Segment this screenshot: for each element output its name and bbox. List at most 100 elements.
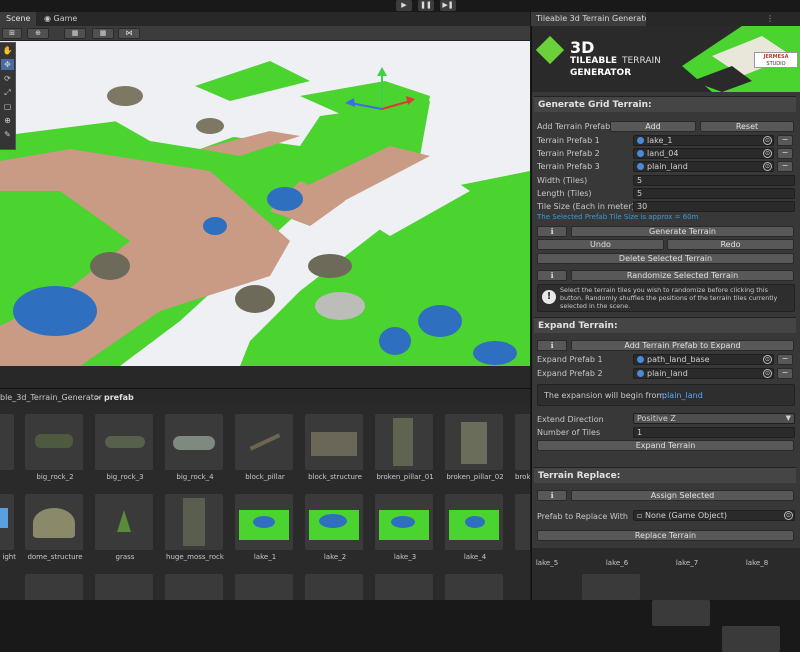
info-button[interactable]: ℹ xyxy=(537,226,567,237)
tile-size-input[interactable]: 30 xyxy=(633,201,795,212)
expand-prefab-field[interactable]: path_land_base xyxy=(633,354,774,365)
asset-tile[interactable] xyxy=(0,414,16,473)
remove-prefab-button[interactable]: − xyxy=(777,135,793,146)
asset-tile[interactable]: big_rock_2 xyxy=(25,414,85,481)
asset-tile[interactable]: lake_5 xyxy=(515,494,530,561)
info-button[interactable]: ℹ xyxy=(537,270,567,281)
asset-tile[interactable]: block_structure xyxy=(305,414,365,481)
prefab-field[interactable]: plain_land xyxy=(633,161,774,172)
asset-tile[interactable]: dome_structure xyxy=(25,494,85,561)
asset-tile[interactable]: lake_3 xyxy=(375,494,435,561)
remove-expand-prefab-button[interactable]: − xyxy=(777,354,793,365)
pause-button[interactable]: ❚❚ xyxy=(418,0,434,11)
delete-selected-terrain-button[interactable]: Delete Selected Terrain xyxy=(537,253,794,264)
rotate-tool-icon[interactable]: ⟳ xyxy=(1,73,14,84)
logo-icon xyxy=(535,35,565,65)
remove-prefab-button[interactable]: − xyxy=(777,148,793,159)
replace-terrain-button[interactable]: Replace Terrain xyxy=(537,530,794,541)
asset-tile[interactable]: block_pillar xyxy=(235,414,295,481)
prefab-field[interactable]: land_04 xyxy=(633,148,774,159)
asset-thumbnail[interactable] xyxy=(652,600,710,626)
tab-game[interactable]: ◉ Game xyxy=(38,12,88,26)
asset-tile[interactable]: ight xyxy=(0,494,16,561)
length-input[interactable]: 5 xyxy=(633,188,795,199)
play-button[interactable]: ▶ xyxy=(396,0,412,11)
grid-snap-button[interactable]: ▦ xyxy=(64,28,86,39)
asset-thumbnail[interactable] xyxy=(722,626,780,652)
draw-mode-dropdown[interactable]: ⊞ xyxy=(2,28,22,39)
expand-prefab-field[interactable]: plain_land xyxy=(633,368,774,379)
undo-button[interactable]: Undo xyxy=(537,239,664,250)
rect-tool-icon[interactable]: ▢ xyxy=(1,101,14,112)
extend-direction-value: Positive Z xyxy=(637,414,676,423)
window-menu-icon[interactable]: ⋮ xyxy=(766,14,774,23)
asset-tile[interactable]: huge_moss_rock xyxy=(165,494,225,561)
replace-prefab-label: Prefab to Replace With xyxy=(537,512,628,521)
object-picker-icon[interactable]: ⊙ xyxy=(763,162,772,171)
snap-settings-button[interactable]: ⋈ xyxy=(118,28,140,39)
object-picker-icon[interactable]: ⊙ xyxy=(763,369,772,378)
asset-tile[interactable] xyxy=(445,574,505,600)
asset-tile[interactable] xyxy=(25,574,85,600)
asset-tile[interactable]: lake_2 xyxy=(305,494,365,561)
info-button[interactable]: ℹ xyxy=(537,490,567,501)
scene-viewport[interactable] xyxy=(0,41,530,366)
asset-tile[interactable]: brok xyxy=(515,414,530,481)
breadcrumb-path[interactable]: ble_3d_Terrain_Generator xyxy=(0,393,102,402)
expand-terrain-button[interactable]: Expand Terrain xyxy=(537,440,794,451)
asset-tile[interactable]: lake_1 xyxy=(235,494,295,561)
step-button[interactable]: ▶❚ xyxy=(440,0,456,11)
reset-button[interactable]: Reset xyxy=(700,121,794,132)
asset-grid: big_rock_2 big_rock_3 big_rock_4 block_p… xyxy=(0,404,530,600)
generate-terrain-button[interactable]: Generate Terrain xyxy=(571,226,794,237)
asset-tile[interactable] xyxy=(235,574,295,600)
transform-tool-icon[interactable]: ⊕ xyxy=(1,115,14,126)
extend-direction-dropdown[interactable]: Positive Z ▼ xyxy=(633,413,795,424)
number-of-tiles-input[interactable]: 1 xyxy=(633,427,795,438)
asset-label: big_rock_2 xyxy=(36,473,74,481)
asset-tile[interactable]: grass xyxy=(95,494,155,561)
move-tool-icon[interactable]: ✥ xyxy=(1,59,14,70)
asset-tile[interactable]: broken_pillar_02 xyxy=(445,414,505,481)
object-picker-icon[interactable]: ⊙ xyxy=(763,136,772,145)
increment-snap-button[interactable]: ▦ xyxy=(92,28,114,39)
asset-tile[interactable]: big_rock_3 xyxy=(95,414,155,481)
scale-tool-icon[interactable]: ⤢ xyxy=(1,87,14,98)
object-picker-icon[interactable]: ⊙ xyxy=(763,149,772,158)
asset-tile[interactable] xyxy=(375,574,435,600)
info-button[interactable]: ℹ xyxy=(537,340,567,351)
bottom-tab-strip xyxy=(0,366,530,388)
breadcrumb-separator: > xyxy=(94,393,101,402)
asset-tile[interactable]: big_rock_4 xyxy=(165,414,225,481)
custom-tool-icon[interactable]: ✎ xyxy=(1,129,14,140)
remove-expand-prefab-button[interactable]: − xyxy=(777,368,793,379)
asset-label: brok xyxy=(515,473,530,481)
redo-button[interactable]: Redo xyxy=(667,239,794,250)
asset-thumbnail[interactable] xyxy=(582,574,640,600)
extend-direction-label: Extend Direction xyxy=(537,415,604,424)
asset-label: big_rock_3 xyxy=(106,473,144,481)
asset-tile[interactable]: broken_pillar_01 xyxy=(375,414,435,481)
asset-tile[interactable] xyxy=(305,574,365,600)
randomize-terrain-button[interactable]: Randomize Selected Terrain xyxy=(571,270,794,281)
asset-tile[interactable] xyxy=(165,574,225,600)
object-picker-icon[interactable]: ⊙ xyxy=(784,511,793,520)
add-expand-prefab-button[interactable]: Add Terrain Prefab to Expand xyxy=(571,340,794,351)
studio-label: STUDIO xyxy=(766,61,786,67)
breadcrumb-folder[interactable]: prefab xyxy=(104,393,134,402)
assign-selected-button[interactable]: Assign Selected xyxy=(571,490,794,501)
tile-size-label: Tile Size (Each in meter) xyxy=(537,202,635,211)
window-tab[interactable]: Tileable 3d Terrain Generator xyxy=(531,12,646,26)
asset-tile[interactable]: lake_4 xyxy=(445,494,505,561)
tab-scene[interactable]: Scene xyxy=(0,12,36,26)
rock xyxy=(196,118,224,134)
prefab-field[interactable]: lake_1 xyxy=(633,135,774,146)
remove-prefab-button[interactable]: − xyxy=(777,161,793,172)
hand-tool-icon[interactable]: ✋ xyxy=(1,45,14,56)
replace-prefab-field[interactable]: ▫ None (Game Object) xyxy=(633,510,795,521)
pivot-dropdown[interactable]: ⊕ xyxy=(27,28,49,39)
width-input[interactable]: 5 xyxy=(633,175,795,186)
object-picker-icon[interactable]: ⊙ xyxy=(763,355,772,364)
asset-tile[interactable] xyxy=(95,574,155,600)
add-prefab-button[interactable]: Add xyxy=(610,121,696,132)
